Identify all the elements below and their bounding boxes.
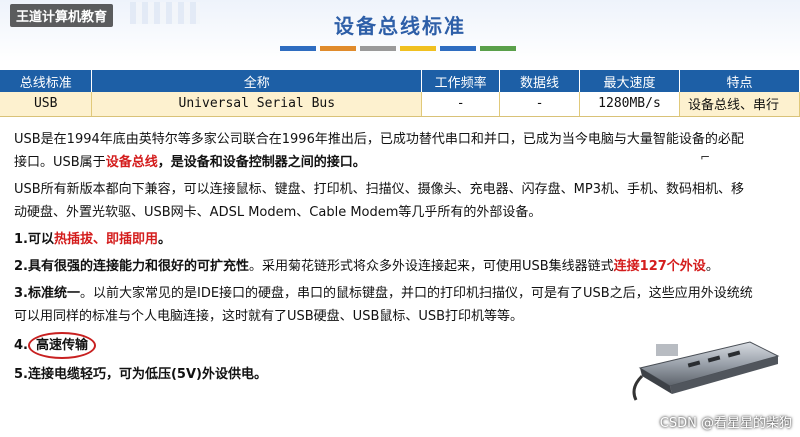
plug-and-play-highlight: 即插即用 xyxy=(106,232,159,247)
cursor-marker xyxy=(656,344,678,356)
slide-title: 设备总线标准 xyxy=(334,14,466,38)
usb-hub-image xyxy=(632,341,780,401)
intro-paragraph: USB是在1994年底由英特尔等多家公司联合在1996年推出后，已成功替代串口和… xyxy=(14,128,754,174)
hot-plug-highlight: 热插拔 xyxy=(53,232,93,247)
cell-frequency: - xyxy=(421,92,501,117)
col-header-frequency: 工作频率 xyxy=(421,70,501,92)
feature-2-text: 。采用菊花链形式将众多外设连接起来，可使用USB集线器链式 xyxy=(248,259,614,274)
col-header-features: 特点 xyxy=(679,70,800,92)
strip-6 xyxy=(480,46,516,51)
strip-1 xyxy=(280,46,316,51)
feature-1-end: 。 xyxy=(158,232,172,247)
title-color-strips xyxy=(280,46,516,51)
feature-3-title: 3.标准统一 xyxy=(14,286,80,301)
device-bus-highlight: 设备总线 xyxy=(105,155,158,170)
feature-3-text: 。以前大家常见的是IDE接口的硬盘，串口的鼠标键盘，并口的打印机扫描仪，可是有了… xyxy=(14,286,753,324)
credit-watermark: CSDN @看星星的柴狗 xyxy=(659,416,792,431)
bus-spec-table: 总线标准 全称 工作频率 数据线 最大速度 特点 USB Universal S… xyxy=(0,70,800,117)
strip-3 xyxy=(360,46,396,51)
strip-2 xyxy=(320,46,356,51)
col-header-fullname: 全称 xyxy=(91,70,423,92)
feature-2: 2.具有很强的连接能力和很好的可扩充性。采用菊花链形式将众多外设连接起来，可使用… xyxy=(14,255,754,278)
feature-4-prefix: 4. xyxy=(14,338,28,353)
strip-4 xyxy=(400,46,436,51)
col-header-maxspeed: 最大速度 xyxy=(579,70,680,92)
daisy-chain-highlight: 连接127个外设 xyxy=(613,259,706,274)
strip-5 xyxy=(440,46,476,51)
feature-1-prefix: 1.可以 xyxy=(14,232,54,247)
cell-standard: USB xyxy=(0,92,93,117)
cursor-icon: ⌐ xyxy=(700,150,711,164)
feature-2-end: 。 xyxy=(705,259,719,274)
feature-1: 1.可以热插拔、即插即用。 xyxy=(14,228,754,251)
cell-datalines: - xyxy=(499,92,581,117)
compat-paragraph: USB所有新版本都向下兼容，可以连接鼠标、键盘、打印机、扫描仪、摄像头、充电器、… xyxy=(14,182,745,220)
table-row: USB Universal Serial Bus - - 1280MB/s 设备… xyxy=(0,92,800,117)
high-speed-circled: 高速传输 xyxy=(27,332,96,359)
cell-maxspeed: 1280MB/s xyxy=(579,92,680,117)
feature-3: 3.标准统一。以前大家常见的是IDE接口的硬盘，串口的鼠标键盘，并口的打印机扫描… xyxy=(14,282,754,328)
intro-text-end: ，是设备和设备控制器之间的接口。 xyxy=(157,155,366,170)
feature-2-title: 2.具有很强的连接能力和很好的可扩充性 xyxy=(14,259,249,274)
cell-fullname: Universal Serial Bus xyxy=(91,92,423,117)
col-header-datalines: 数据线 xyxy=(499,70,581,92)
col-header-standard: 总线标准 xyxy=(0,70,93,92)
feature-1-sep: 、 xyxy=(93,232,107,247)
table-header-row: 总线标准 全称 工作频率 数据线 最大速度 特点 xyxy=(0,70,800,92)
cell-features: 设备总线、串行 xyxy=(679,92,800,117)
